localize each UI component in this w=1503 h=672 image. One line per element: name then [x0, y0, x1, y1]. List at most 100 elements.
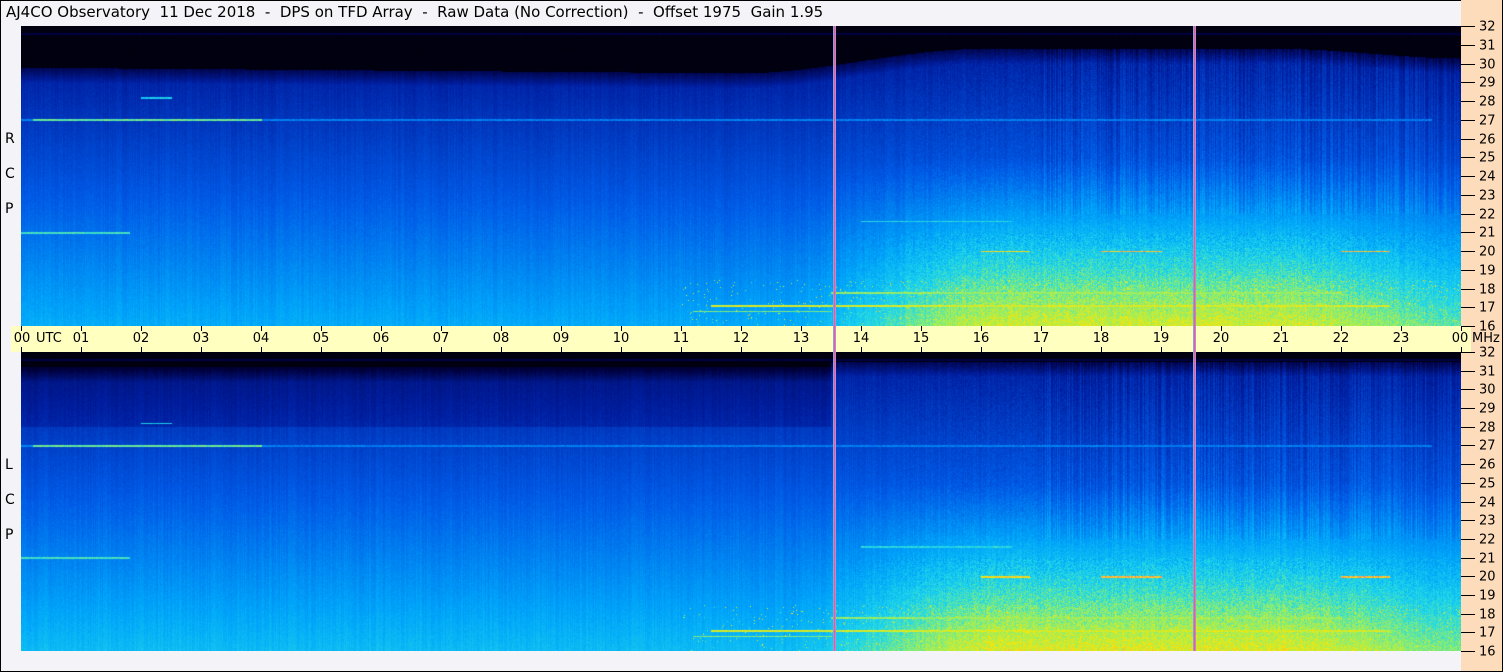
- time-tick-label: 09: [552, 331, 570, 346]
- freq-tick: [1461, 157, 1475, 159]
- freq-tick-label: 19: [1479, 588, 1496, 604]
- time-tick-label: 12: [732, 331, 750, 346]
- time-tick: [441, 347, 442, 352]
- freq-tick-label: 20: [1479, 569, 1496, 585]
- time-tick-label: 22: [1332, 331, 1350, 346]
- time-unit-label: UTC: [36, 331, 62, 346]
- time-tick: [741, 347, 742, 352]
- freq-tick: [1461, 352, 1475, 353]
- time-tick: [1221, 347, 1222, 352]
- freq-tick-label: 27: [1479, 438, 1496, 454]
- freq-tick: [1461, 538, 1475, 540]
- time-tick-label: 23: [1392, 331, 1410, 346]
- time-tick-label: 08: [492, 331, 510, 346]
- time-tick-label: 06: [372, 331, 390, 346]
- chart-title: AJ4CO Observatory 11 Dec 2018 - DPS on T…: [6, 3, 824, 21]
- time-tick: [321, 347, 322, 352]
- freq-tick: [1461, 408, 1475, 410]
- freq-tick: [1461, 651, 1475, 652]
- freq-tick: [1461, 138, 1475, 140]
- freq-tick: [1461, 594, 1475, 596]
- time-tick: [1341, 347, 1342, 352]
- freq-tick: [1461, 389, 1475, 391]
- time-tick-label: 21: [1272, 331, 1290, 346]
- freq-tick-label: 19: [1479, 263, 1496, 279]
- time-tick-label: 04: [252, 331, 270, 346]
- freq-tick-label: 29: [1479, 75, 1496, 91]
- polarization-letter: C: [5, 492, 15, 508]
- freq-tick: [1461, 26, 1475, 27]
- freq-tick-label: 22: [1479, 532, 1496, 548]
- freq-tick: [1461, 445, 1475, 447]
- freq-tick-label: 21: [1479, 225, 1496, 241]
- freq-tick-label: 31: [1479, 38, 1496, 54]
- freq-tick: [1461, 176, 1475, 177]
- time-tick: [501, 347, 502, 352]
- freq-tick: [1461, 44, 1475, 46]
- freq-tick: [1461, 326, 1475, 327]
- freq-tick-label: 21: [1479, 551, 1496, 567]
- time-tick-label: 00: [1451, 331, 1469, 346]
- freq-tick-label: 32: [1479, 345, 1496, 361]
- freq-tick-label: 30: [1479, 57, 1496, 72]
- freq-tick-label: 26: [1479, 457, 1496, 473]
- freq-tick-label: 25: [1479, 476, 1496, 492]
- time-marker-line: [1193, 352, 1196, 651]
- time-tick: [621, 347, 622, 352]
- freq-tick-label: 28: [1479, 94, 1496, 110]
- time-tick-label: 11: [672, 331, 690, 346]
- polarization-letter: L: [5, 457, 13, 473]
- time-tick-label: 02: [132, 331, 150, 346]
- time-tick: [1041, 347, 1042, 352]
- time-tick-label: 18: [1092, 331, 1110, 346]
- time-tick: [21, 347, 22, 352]
- time-tick: [141, 347, 142, 352]
- freq-tick-label: 16: [1479, 644, 1496, 660]
- freq-tick-label: 18: [1479, 282, 1496, 297]
- freq-tick: [1461, 464, 1475, 466]
- freq-tick: [1461, 613, 1475, 615]
- time-tick: [81, 347, 82, 352]
- freq-tick: [1461, 632, 1475, 634]
- time-marker-line: [833, 26, 836, 326]
- freq-tick-label: 26: [1479, 132, 1496, 147]
- freq-tick-label: 30: [1479, 382, 1496, 398]
- time-tick-label: 05: [312, 331, 330, 346]
- freq-tick: [1461, 251, 1475, 252]
- freq-tick: [1461, 426, 1475, 428]
- polarization-letter: P: [5, 527, 14, 543]
- freq-tick-label: 29: [1479, 401, 1496, 417]
- time-tick-label: 01: [72, 331, 90, 346]
- time-tick-label: 15: [912, 331, 930, 346]
- freq-tick-label: 25: [1479, 150, 1496, 166]
- time-marker-line: [833, 326, 836, 352]
- freq-tick: [1461, 101, 1475, 102]
- freq-tick-label: 24: [1479, 495, 1496, 510]
- freq-tick-label: 28: [1479, 420, 1496, 436]
- time-tick: [381, 347, 382, 352]
- time-tick-label: 19: [1152, 331, 1170, 346]
- time-tick-label: 10: [612, 331, 630, 346]
- time-tick-label: 07: [432, 331, 450, 346]
- time-marker-line: [833, 352, 836, 651]
- time-tick: [981, 347, 982, 352]
- freq-unit-label: MHz: [1472, 331, 1500, 346]
- freq-tick: [1461, 307, 1475, 309]
- freq-tick-label: 27: [1479, 113, 1496, 129]
- time-tick-label: 03: [192, 331, 210, 346]
- freq-tick: [1461, 194, 1475, 196]
- freq-tick: [1461, 370, 1475, 372]
- time-tick: [1281, 347, 1282, 352]
- time-tick: [561, 347, 562, 352]
- time-tick: [261, 347, 262, 352]
- freq-tick-label: 23: [1479, 513, 1496, 529]
- time-tick-label: 00: [13, 331, 31, 346]
- freq-tick: [1461, 119, 1475, 121]
- freq-tick-label: 24: [1479, 169, 1496, 185]
- time-tick: [681, 347, 682, 352]
- freq-tick: [1461, 520, 1475, 522]
- freq-tick: [1461, 269, 1475, 271]
- rcp-spectrogram: [21, 26, 1461, 326]
- freq-tick: [1461, 63, 1475, 65]
- time-tick-label: 14: [852, 331, 870, 346]
